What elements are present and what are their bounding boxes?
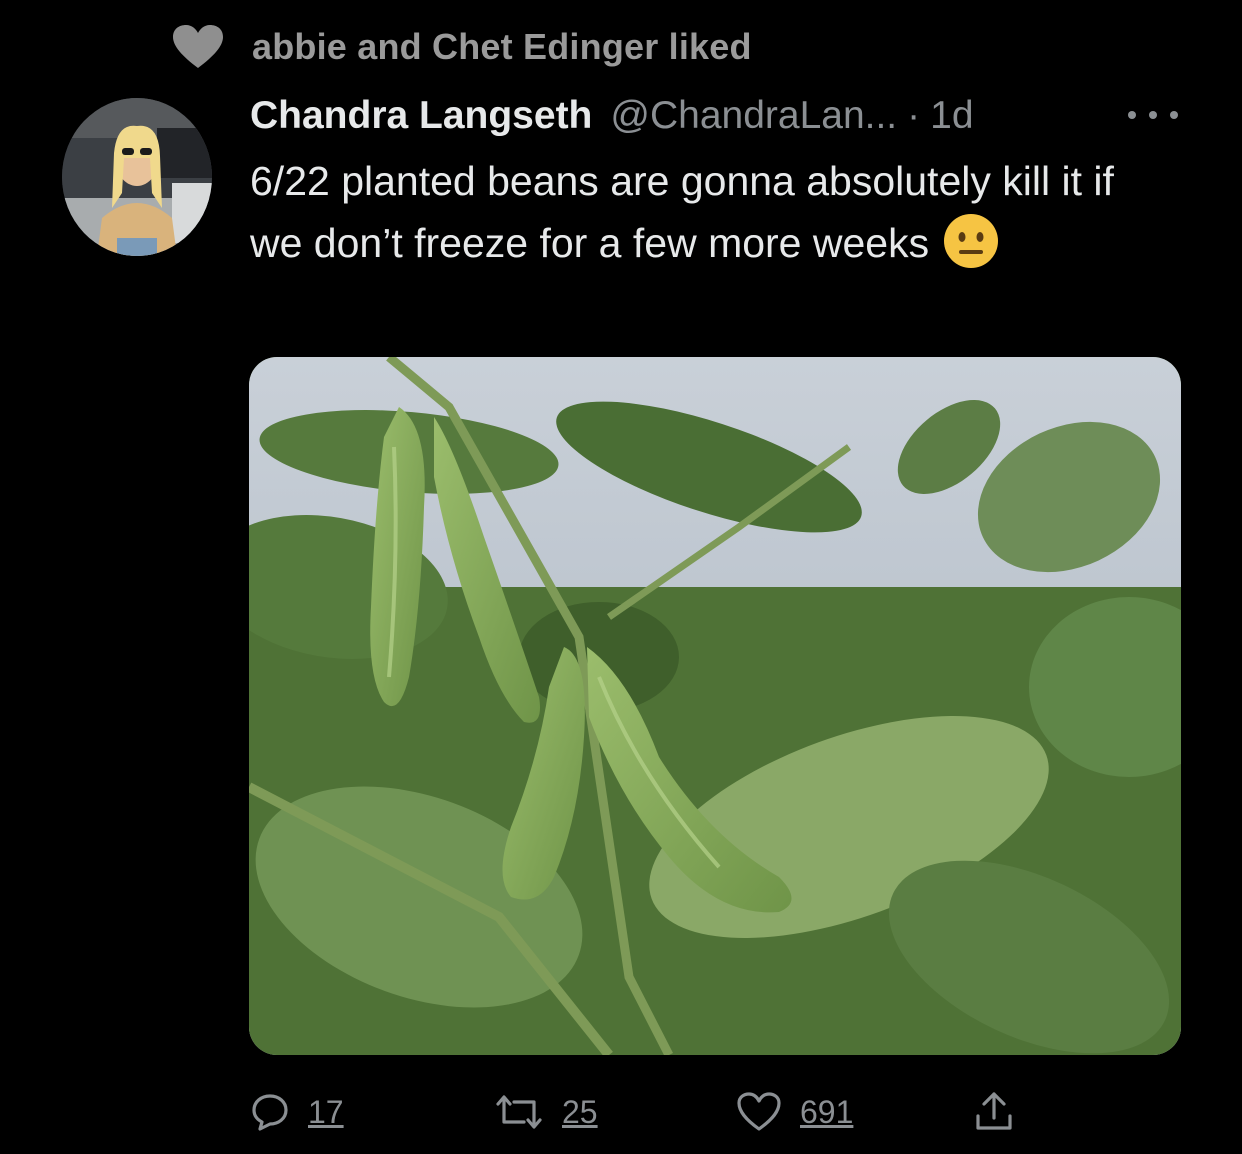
heart-outline-icon [737,1092,781,1131]
like-button[interactable]: 691 [736,1088,853,1136]
retweet-icon [496,1095,542,1129]
tweet-media-photo[interactable] [249,357,1181,1055]
avatar-photo [62,98,212,256]
reply-button[interactable]: 17 [250,1088,344,1136]
tweet-actions: 17 25 691 [250,1088,1050,1136]
more-options-icon[interactable] [1128,100,1178,130]
timestamp[interactable]: 1d [930,94,973,138]
retweet-count[interactable]: 25 [562,1094,598,1131]
reply-icon [252,1094,288,1131]
display-name[interactable]: Chandra Langseth [250,94,592,138]
like-count[interactable]: 691 [800,1094,853,1131]
social-context-text[interactable]: abbie and Chet Edinger liked [252,26,752,68]
share-button[interactable] [972,1088,1016,1136]
heart-icon [173,25,223,68]
neutral-face-emoji-icon [944,214,999,268]
tweet-header: Chandra Langseth @ChandraLan... · 1d [250,88,974,144]
social-context: abbie and Chet Edinger liked [172,22,752,72]
retweet-button[interactable]: 25 [494,1088,598,1136]
soybean-photo [249,357,1181,1055]
tweet-text: 6/22 planted beans are gonna absolutely … [250,150,1150,274]
user-handle[interactable]: @ChandraLan... [610,94,897,138]
avatar[interactable] [62,98,212,256]
share-icon [976,1092,1012,1130]
reply-count[interactable]: 17 [308,1094,344,1131]
separator-dot: · [907,94,921,137]
